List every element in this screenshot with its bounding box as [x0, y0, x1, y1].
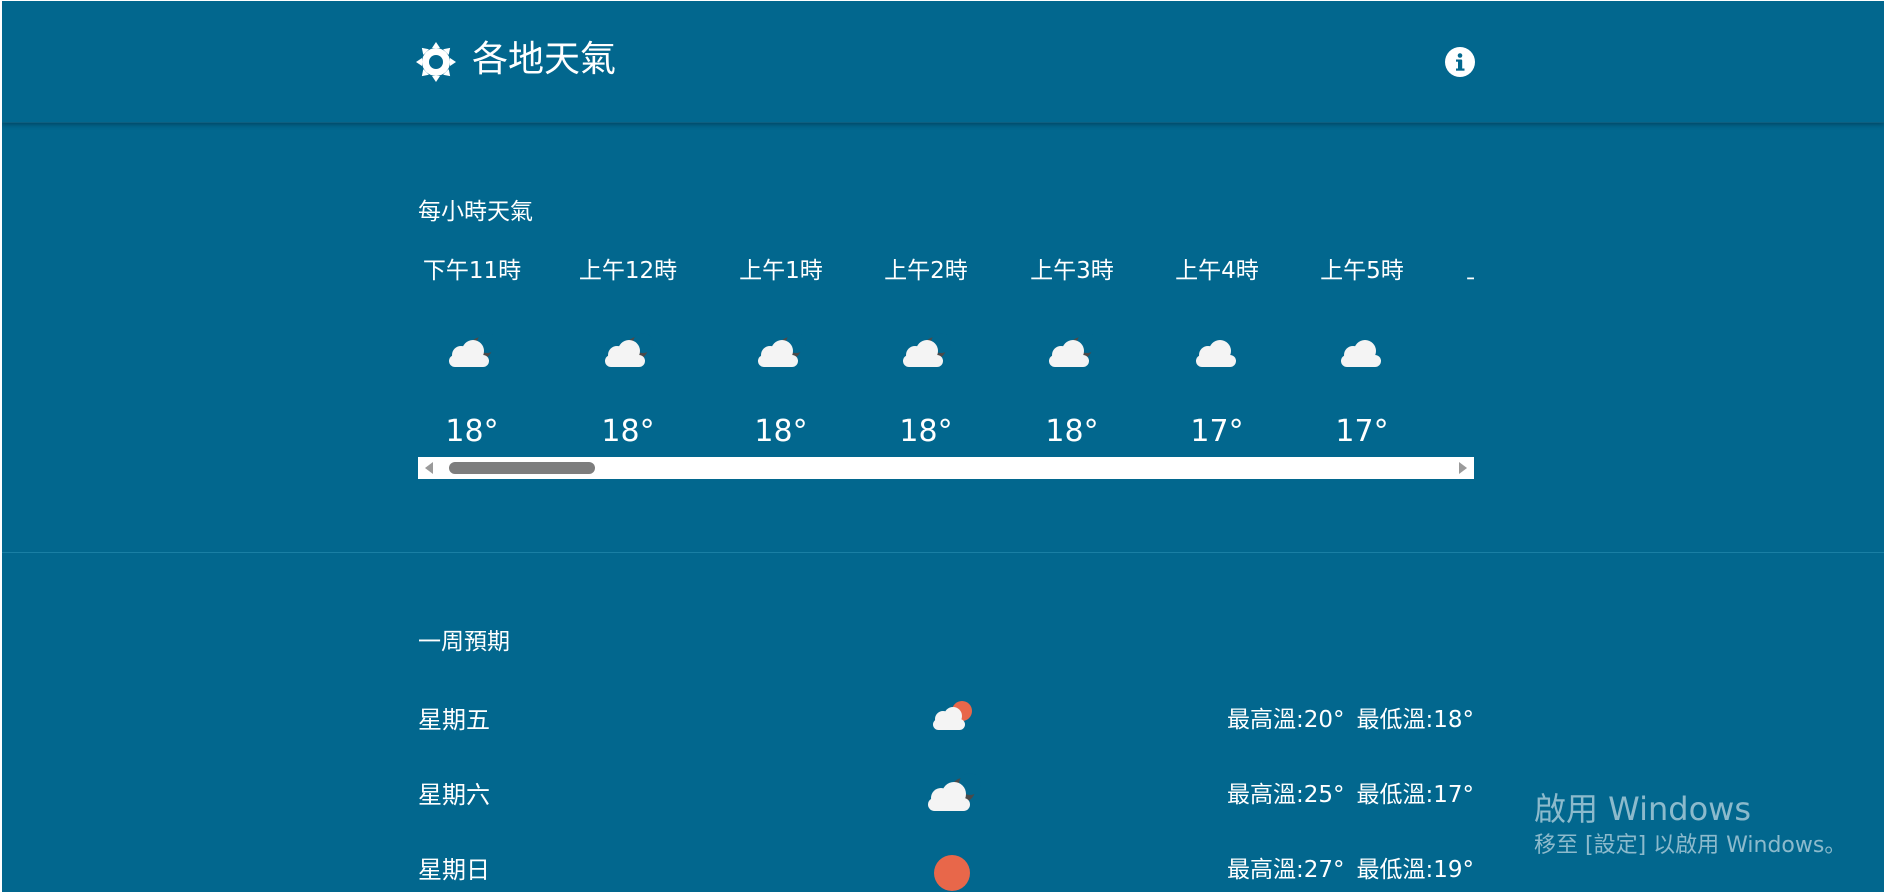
day-name: 星期日 [418, 856, 490, 884]
hourly-item: 上午4時 17° [1144, 251, 1290, 456]
section-divider [2, 552, 1884, 553]
day-name: 星期五 [418, 706, 490, 734]
hour-temp: 18° [754, 414, 808, 449]
hour-time: 上午1時 [739, 258, 823, 284]
sun-icon [923, 845, 981, 892]
day-high-temp: 最高溫:25° [1226, 782, 1345, 808]
triangle-right-icon [1459, 462, 1467, 474]
hour-temp: 18° [899, 414, 953, 449]
day-low-temp: 最低溫:19° [1356, 857, 1474, 883]
app-title: 各地天氣 [472, 39, 617, 80]
triangle-left-icon [425, 462, 433, 474]
hourly-item: 上 [1464, 251, 1474, 456]
cloudy-night-icon [923, 770, 981, 820]
scroll-left-button[interactable] [418, 457, 440, 479]
hourly-item: 上午2時 18° [853, 251, 999, 456]
day-name: 星期六 [418, 781, 490, 809]
day-temps: 最高溫:20° 最低溫:18° [1227, 705, 1474, 735]
info-icon [1445, 47, 1475, 77]
scroll-thumb[interactable] [449, 462, 595, 474]
hour-temp: 18° [445, 414, 499, 449]
day-low-temp: 最低溫:18° [1356, 707, 1474, 733]
hour-time: 上午3時 [1030, 258, 1114, 284]
daily-row: 星期五 最高溫:20° 最低溫:18° [418, 695, 1474, 745]
hour-time: 下午11時 [422, 258, 522, 284]
day-temps: 最高溫:27° 最低溫:19° [1227, 855, 1474, 885]
cloud-icon [1188, 333, 1246, 373]
daily-row: 星期六 最高溫:25° 最低溫:17° [418, 770, 1474, 820]
watermark-subtitle: 移至 [設定] 以啟用 Windows。 [1534, 833, 1847, 858]
hourly-scrollbar[interactable] [418, 457, 1474, 479]
hourly-forecast-strip[interactable]: 下午11時 18° 上午12時 18° 上午1時 18° 上午2時 18° 上午… [418, 251, 1474, 456]
cloudy-night-icon [752, 333, 810, 373]
day-high-temp: 最高溫:20° [1226, 707, 1345, 733]
cloudy-night-icon [897, 333, 955, 373]
watermark-title: 啟用 Windows [1534, 790, 1752, 828]
hourly-item: 上午1時 18° [708, 251, 854, 456]
hourly-item: 上午12時 18° [555, 251, 701, 456]
hour-temp: 18° [1045, 414, 1099, 449]
hour-time: 上午2時 [884, 258, 968, 284]
hour-time: 上午4時 [1175, 258, 1259, 284]
hour-temp: 17° [1335, 414, 1389, 449]
hourly-item: 上午3時 18° [999, 251, 1145, 456]
cloudy-night-icon [599, 333, 657, 373]
hour-temp: 17° [1190, 414, 1244, 449]
scroll-right-button[interactable] [1452, 457, 1474, 479]
app-header: 各地天氣 [2, 1, 1884, 123]
cloudy-night-icon [1043, 333, 1101, 373]
hour-time: 上午12時 [578, 258, 678, 284]
info-button[interactable] [1444, 46, 1476, 78]
day-temps: 最高溫:25° 最低溫:17° [1227, 780, 1474, 810]
hour-time: 上午5時 [1320, 258, 1404, 284]
weekly-section-title: 一周預期 [418, 629, 510, 655]
sun-icon [415, 41, 457, 83]
cloud-icon [1333, 333, 1391, 373]
hourly-item: 下午11時 18° [418, 251, 545, 456]
partly-sunny-icon [923, 695, 981, 745]
hour-temp: 18° [601, 414, 655, 449]
hour-time: 上 [1466, 256, 1474, 286]
hourly-section-title: 每小時天氣 [418, 199, 533, 225]
day-low-temp: 最低溫:17° [1356, 782, 1474, 808]
weather-app: 各地天氣 每小時天氣 下午11時 18° 上午12時 18° 上午1時 18° … [2, 1, 1884, 892]
scroll-track[interactable] [440, 457, 1452, 479]
day-high-temp: 最高溫:27° [1226, 857, 1345, 883]
cloudy-night-icon [443, 333, 501, 373]
hourly-item: 上午5時 17° [1289, 251, 1435, 456]
daily-row: 星期日 最高溫:27° 最低溫:19° [418, 845, 1474, 892]
windows-activation-watermark: 啟用 Windows 移至 [設定] 以啟用 Windows。 [1534, 790, 1846, 860]
